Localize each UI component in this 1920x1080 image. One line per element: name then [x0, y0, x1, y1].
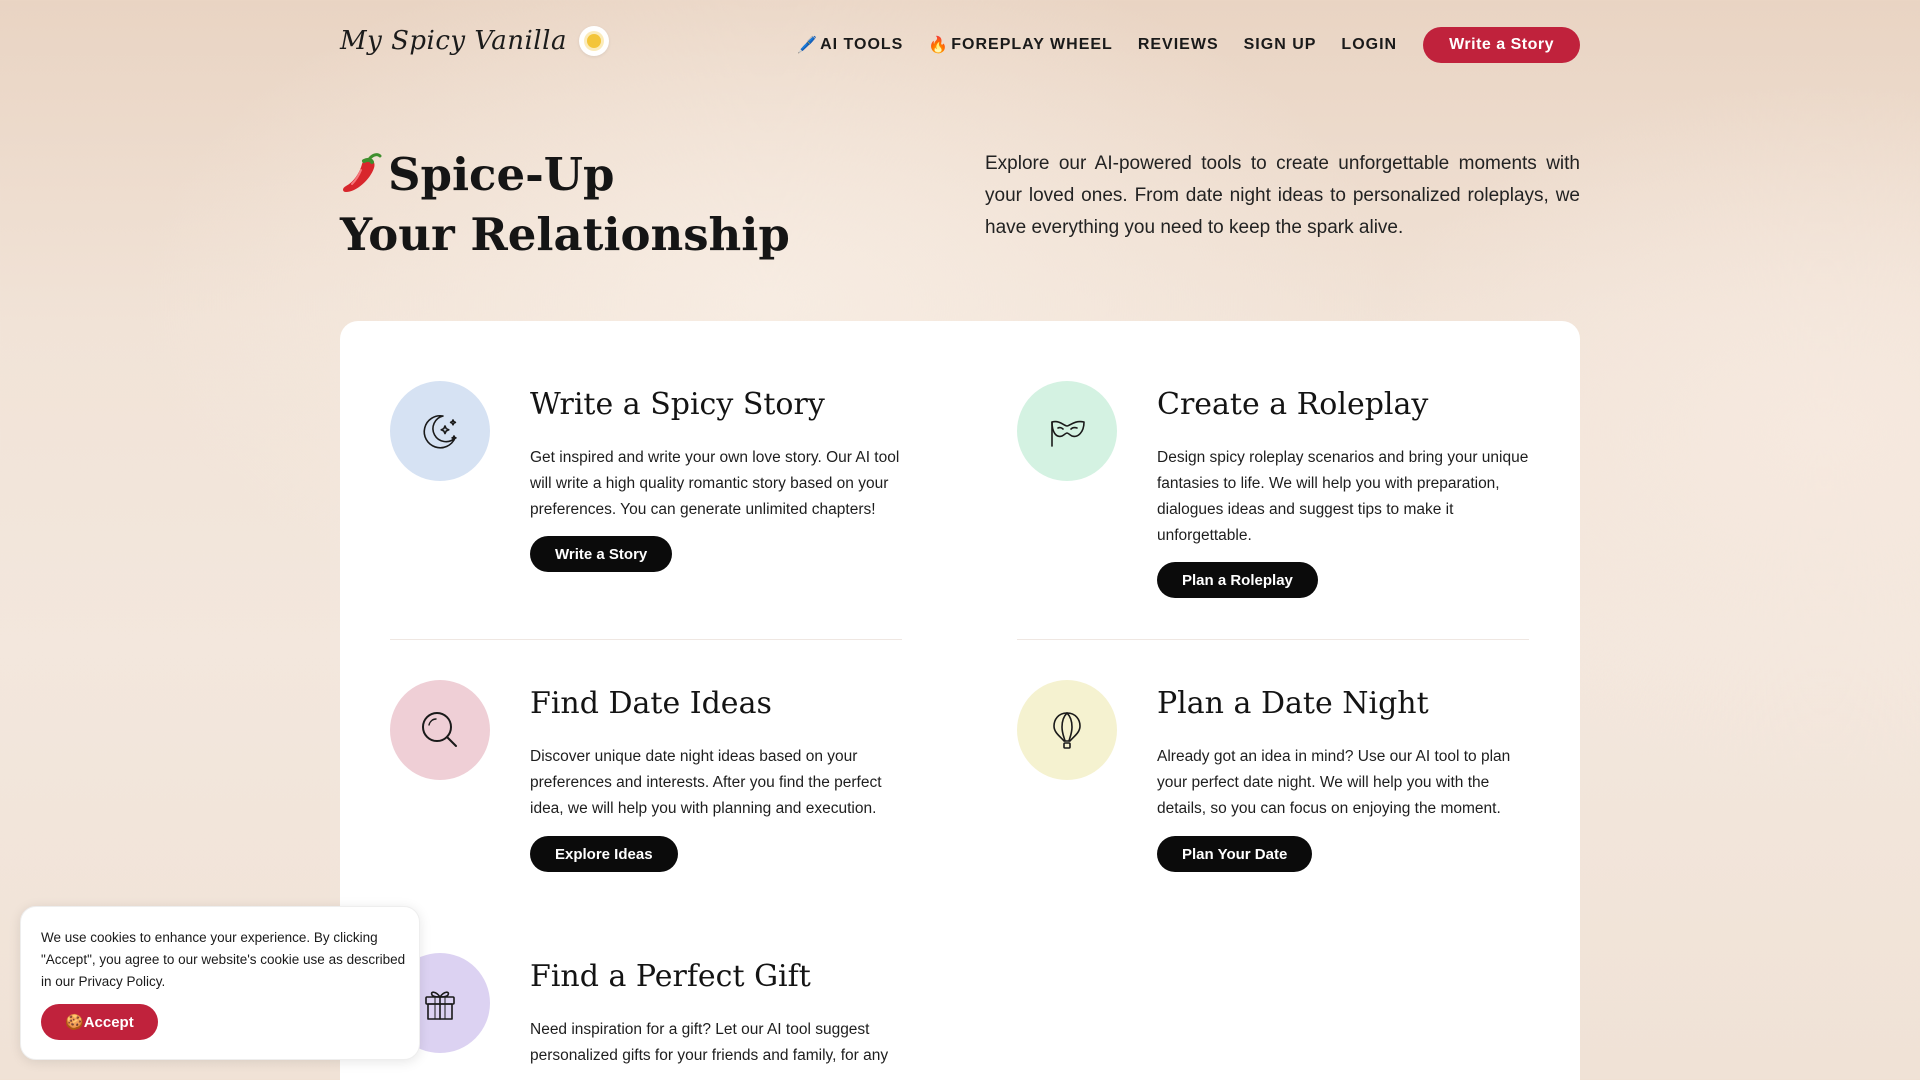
feature-title: Write a Spicy Story — [530, 387, 825, 422]
feature-description: Design spicy roleplay scenarios and brin… — [1157, 449, 1529, 544]
fire-icon: 🔥 — [928, 37, 950, 54]
nav-link-label: SIGN UP — [1243, 36, 1317, 53]
write-story-button[interactable]: Write a Story — [530, 536, 673, 572]
nav-links: 🖊️ AI TOOLS 🔥 FOREPLAY WHEEL REVIEWS SIG… — [772, 24, 1580, 66]
feature-title: Find Date Ideas — [530, 686, 772, 721]
write-story-nav-button[interactable]: Write a Story — [1423, 27, 1580, 63]
feature-write-story: Write a Spicy Story Get inspired and wri… — [390, 381, 910, 581]
feature-title: Find a Perfect Gift — [530, 959, 811, 994]
feature-find-gift: Find a Perfect Gift Need inspiration for… — [390, 953, 910, 1080]
hot-air-balloon-icon — [1017, 680, 1117, 780]
feature-description: Get inspired and write your own love sto… — [530, 449, 900, 518]
feature-description: Discover unique date night ideas based o… — [530, 748, 882, 817]
logo[interactable]: My Spicy Vanilla — [340, 26, 609, 56]
nav-link-label: LOGIN — [1341, 36, 1398, 53]
mask-icon — [1017, 381, 1117, 481]
accept-cookies-button[interactable]: 🍪 Accept — [41, 1004, 158, 1040]
nav-link-reviews[interactable]: REVIEWS — [1138, 36, 1219, 54]
feature-description: Already got an idea in mind? Use our AI … — [1157, 748, 1511, 817]
search-icon — [390, 680, 490, 780]
top-nav: My Spicy Vanilla 🖊️ AI TOOLS 🔥 FOREPLAY … — [340, 24, 1580, 66]
feature-divider — [1017, 639, 1529, 640]
plan-your-date-button[interactable]: Plan Your Date — [1157, 836, 1313, 872]
cookie-text: We use cookies to enhance your experienc… — [41, 930, 406, 989]
hero-description: Explore our AI-powered tools to create u… — [985, 153, 1580, 238]
plan-roleplay-button[interactable]: Plan a Roleplay — [1157, 562, 1318, 598]
features-card: Write a Spicy Story Get inspired and wri… — [340, 321, 1580, 1080]
logo-text: My Spicy Vanilla — [340, 26, 567, 56]
accept-label: Accept — [83, 1013, 134, 1031]
chili-pepper-icon — [340, 150, 384, 208]
explore-ideas-button[interactable]: Explore Ideas — [530, 836, 678, 872]
nav-link-foreplay-wheel[interactable]: 🔥 FOREPLAY WHEEL — [928, 35, 1113, 55]
nav-link-login[interactable]: LOGIN — [1341, 36, 1397, 54]
sun-icon[interactable] — [578, 26, 609, 56]
nav-link-ai-tools[interactable]: 🖊️ AI TOOLS — [797, 35, 903, 55]
hero-title: Spice-Up Your Relationship — [340, 148, 860, 262]
nav-link-label: REVIEWS — [1137, 36, 1219, 53]
feature-plan-date-night: Plan a Date Night Already got an idea in… — [1017, 680, 1537, 880]
hero-title-line2: Your Relationship — [340, 208, 790, 261]
feature-title: Create a Roleplay — [1157, 387, 1429, 422]
feature-description: Need inspiration for a gift? Let our AI … — [530, 1021, 889, 1064]
feature-divider — [390, 639, 902, 640]
nav-link-label: AI TOOLS — [820, 36, 904, 53]
cookie-banner: We use cookies to enhance your experienc… — [20, 906, 420, 1060]
nav-link-label: FOREPLAY WHEEL — [951, 36, 1113, 53]
cookie-icon: 🍪 — [65, 1014, 84, 1031]
feature-title: Plan a Date Night — [1157, 686, 1429, 721]
moon-stars-icon — [390, 381, 490, 481]
pen-icon: 🖊️ — [797, 37, 819, 54]
feature-create-roleplay: Create a Roleplay Design spicy roleplay … — [1017, 381, 1537, 611]
nav-link-sign-up[interactable]: SIGN UP — [1244, 36, 1317, 54]
hero-title-line1: Spice-Up — [388, 148, 615, 201]
feature-find-date-ideas: Find Date Ideas Discover unique date nig… — [390, 680, 910, 880]
